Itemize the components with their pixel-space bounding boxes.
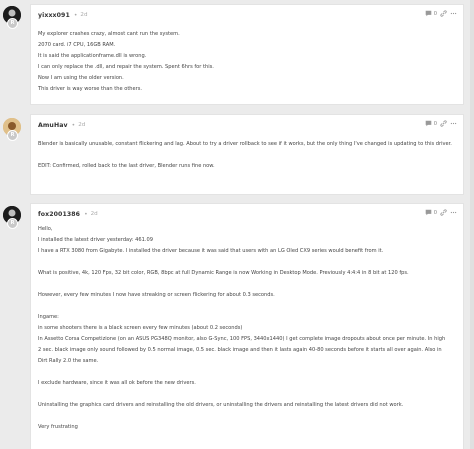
post-paragraph: I installed the latest driver yesterday:… (38, 237, 153, 243)
post-author-gutter: R (3, 118, 25, 141)
post-author-gutter: R (3, 6, 25, 29)
separator-dot: • (84, 210, 88, 218)
post-paragraph: However, every few minutes I now have st… (38, 292, 275, 298)
comment-count: 0 (433, 209, 437, 216)
post-fox2001386: fox2001386 • 2d 0 Hello, I installed the… (30, 203, 464, 449)
post-paragraph: Uninstalling the graphics card drivers a… (38, 402, 404, 408)
post-amuhav: AmuHav • 2d 0 Blender is basically unusa… (30, 114, 464, 195)
post-time: 2d (80, 12, 88, 18)
separator-dot: • (71, 121, 76, 129)
post-header: yixxx091 • 2d (38, 9, 88, 21)
post-time: 2d (78, 122, 86, 128)
post-paragraph: I exclude hardware, since it was all ok … (38, 380, 196, 386)
post-paragraph: I have a RTX 3080 from Gigabyte. I insta… (38, 248, 384, 254)
username[interactable]: yixxx091 (38, 12, 70, 19)
post-paragraph: What is positive, 4k, 120 Fps, 32 bit co… (38, 270, 409, 276)
rank-badge: R (7, 18, 18, 29)
more-options-icon[interactable] (450, 10, 457, 17)
post-header: AmuHav • 2d (38, 119, 85, 131)
username[interactable]: AmuHav (38, 122, 68, 129)
post-paragraph: I can only replace the .dll, and repair … (38, 64, 214, 70)
page-scrollbar[interactable] (470, 0, 474, 449)
rank-badge: R (7, 130, 18, 141)
separator-dot: • (73, 11, 78, 19)
comment-icon[interactable] (425, 209, 432, 216)
post-paragraph: Hello, (38, 226, 53, 232)
post-body: Hello, I installed the latest driver yes… (38, 224, 458, 433)
post-paragraph: 2070 card. i7 CPU, 16GB RAM. (38, 42, 116, 48)
post-paragraph: 2 sec. black image only sound followed b… (38, 347, 442, 353)
comment-icon[interactable] (425, 120, 432, 127)
post-body: Blender is basically unusable, constant … (38, 139, 458, 172)
post-paragraph: It is said the applicationframe.dll is w… (38, 53, 147, 59)
link-icon[interactable] (440, 10, 447, 17)
more-options-icon[interactable] (450, 209, 457, 216)
comment-icon[interactable] (425, 10, 432, 17)
post-paragraph: Ingame: (38, 314, 59, 320)
post-time: 2d (90, 211, 98, 217)
post-actions: 0 (425, 209, 457, 216)
post-paragraph: In Assetto Corsa Competizione (on an ASU… (38, 336, 446, 342)
post-header: fox2001386 • 2d (38, 208, 98, 220)
rank-badge: R (7, 218, 18, 229)
post-paragraph: Dirt Rally 2.0 the same. (38, 358, 99, 364)
username[interactable]: fox2001386 (38, 211, 80, 218)
link-icon[interactable] (440, 120, 447, 127)
post-body: My explorer crashes crazy, almost cant r… (38, 29, 458, 95)
post-paragraph: in some shooters there is a black screen… (38, 325, 243, 331)
more-options-icon[interactable] (450, 120, 457, 127)
post-author-gutter: R (3, 206, 25, 229)
post-actions: 0 (425, 10, 457, 17)
post-paragraph: Very frustrating (38, 424, 78, 430)
post-actions: 0 (425, 120, 457, 127)
link-icon[interactable] (440, 209, 447, 216)
comment-count: 0 (433, 120, 437, 127)
comment-count: 0 (433, 10, 437, 17)
post-yixxx091: yixxx091 • 2d 0 My explorer crashes craz… (30, 4, 464, 105)
post-paragraph: My explorer crashes crazy, almost cant r… (38, 31, 180, 37)
post-paragraph: This driver is way worse than the others… (38, 86, 143, 92)
post-paragraph: Now I am using the older version. (38, 75, 124, 81)
post-paragraph: Blender is basically unusable, constant … (38, 141, 452, 147)
post-paragraph: EDIT: Confirmed, rolled back to the last… (38, 163, 215, 169)
